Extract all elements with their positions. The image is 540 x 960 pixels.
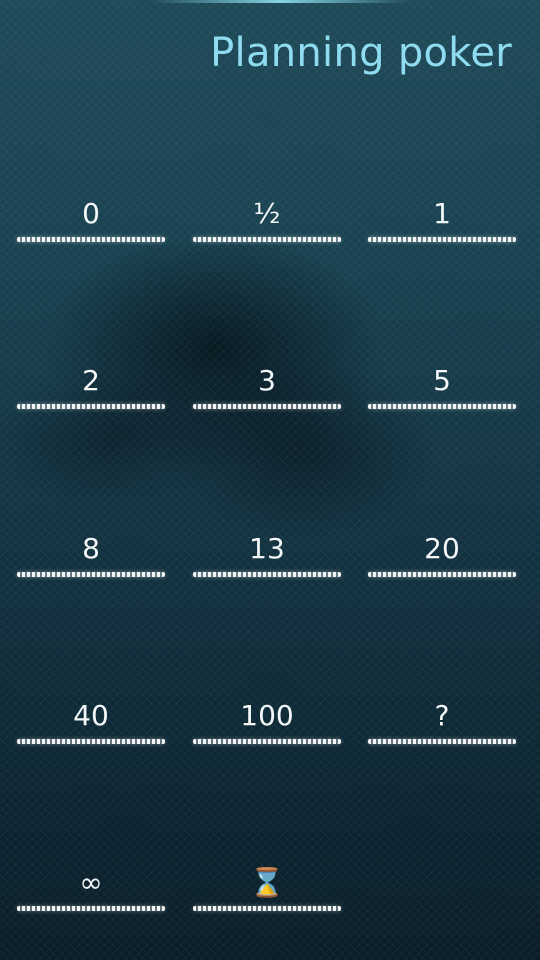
card-20-button[interactable]: 20 [368, 532, 516, 592]
card-8-button[interactable]: 8 [17, 532, 165, 592]
card-100-button[interactable]: 100 [193, 699, 341, 759]
card-underline [193, 739, 341, 744]
card-label: ? [434, 699, 450, 732]
card-underline [17, 237, 165, 242]
card-underline [17, 906, 165, 911]
card-3-button[interactable]: 3 [193, 364, 341, 424]
card-label: 2 [82, 364, 100, 397]
card-grid: 0 ½ 1 2 3 5 8 13 20 40 100 ? ∞ ⌛ [0, 0, 540, 960]
card-0-button[interactable]: 0 [17, 197, 165, 257]
card-underline [193, 404, 341, 409]
card-infinity-button[interactable]: ∞ [17, 866, 165, 926]
card-5-button[interactable]: 5 [368, 364, 516, 424]
card-underline [17, 404, 165, 409]
card-question-button[interactable]: ? [368, 699, 516, 759]
card-underline [17, 572, 165, 577]
card-label: 40 [73, 699, 109, 732]
card-label: 3 [258, 364, 276, 397]
card-underline [368, 739, 516, 744]
card-underline [368, 237, 516, 242]
card-label: ½ [253, 197, 281, 230]
card-underline [368, 404, 516, 409]
card-label: ⌛ [249, 866, 285, 899]
card-label: 5 [433, 364, 451, 397]
card-underline [193, 572, 341, 577]
card-1-button[interactable]: 1 [368, 197, 516, 257]
card-13-button[interactable]: 13 [193, 532, 341, 592]
card-label: 13 [249, 532, 285, 565]
card-label: 8 [82, 532, 100, 565]
card-underline [17, 739, 165, 744]
card-label: 100 [240, 699, 294, 732]
card-coffee-button[interactable]: ⌛ [193, 866, 341, 926]
card-half-button[interactable]: ½ [193, 197, 341, 257]
card-underline [193, 906, 341, 911]
card-underline [368, 572, 516, 577]
card-underline [193, 237, 341, 242]
card-label: 0 [82, 197, 100, 230]
card-2-button[interactable]: 2 [17, 364, 165, 424]
card-label: ∞ [79, 866, 103, 899]
card-40-button[interactable]: 40 [17, 699, 165, 759]
card-label: 1 [433, 197, 451, 230]
card-label: 20 [424, 532, 460, 565]
